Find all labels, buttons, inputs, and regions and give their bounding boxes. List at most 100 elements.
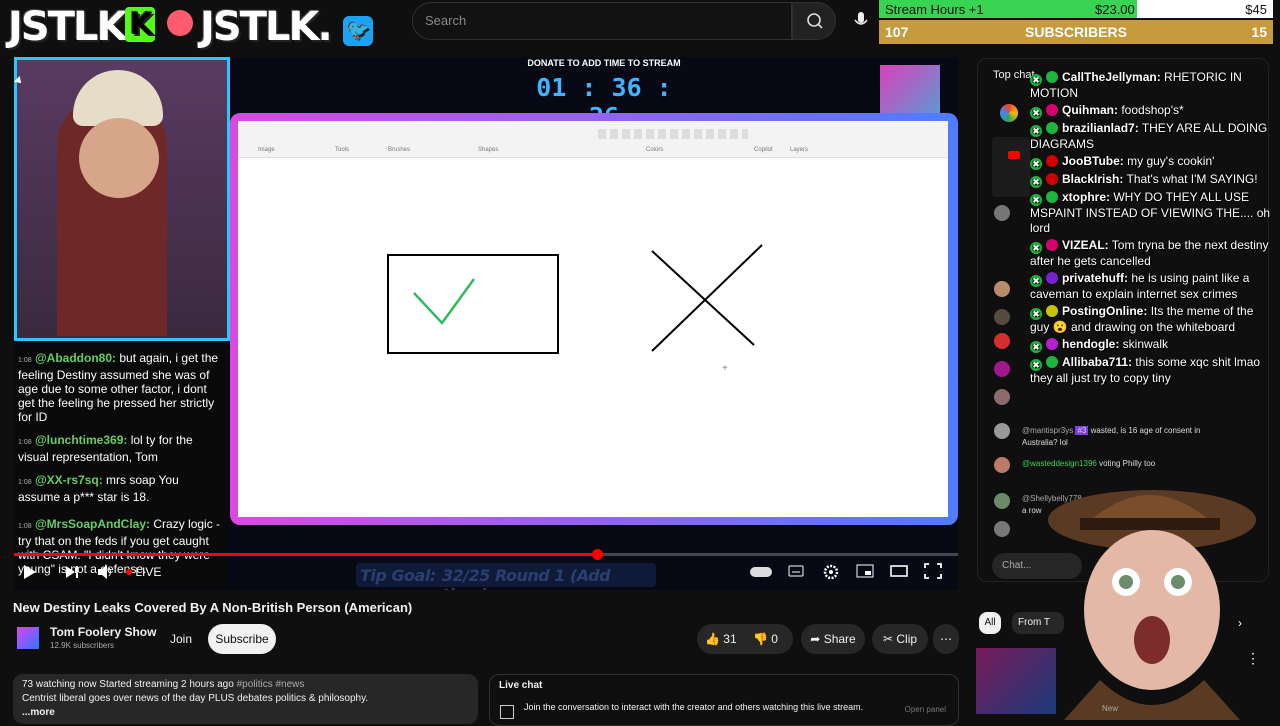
ribbon-label: Tools [335,147,350,153]
more-vert-icon[interactable]: ⋮ [1246,650,1260,667]
open-panel-button[interactable]: Open panel [905,705,946,714]
ribbon-label: Brushes [388,147,411,153]
description-box[interactable]: 73 watching now Started streaming 2 hour… [13,674,478,724]
stream-hours-current: $23.00 [1095,2,1135,17]
donate-label: DONATE TO ADD TIME TO STREAM [527,58,681,68]
top-chat-dropdown[interactable]: Top chat [993,69,1035,81]
desc-meta: 73 watching now Started streaming 2 hour… [22,679,234,690]
theater-icon [890,565,908,577]
avatar [994,457,1010,473]
scissors-icon: ✂ [882,632,894,646]
autoplay-toggle[interactable] [750,567,772,577]
channel-name[interactable]: Tom Foolery Show [50,625,156,639]
desc-tags[interactable]: #politics #news [237,679,305,690]
subs-count: 107 [885,24,909,40]
embedded-chat-message: 1:08 @lunchtime369: lol ty for the visua… [18,433,224,464]
overlay-msg: ✖ VIZEAL: Tom tryna be the next destiny a… [1030,238,1269,268]
overlay-msg: ✖ xtophre: WHY DO THEY ALL USE MSPAINT IN… [1030,190,1271,235]
search-input[interactable]: Search [412,2,792,40]
stream-hours-goal: $45 [1245,2,1267,17]
thumbnail[interactable] [976,648,1056,714]
stream-chat-overlay: ✖ CallTheJellyman: RHETORIC IN MOTION ✖ Qu… [1030,70,1276,388]
share-icon: ➦ [810,632,821,646]
volume-button[interactable] [96,563,114,581]
video-player[interactable]: 1:08 @Abaddon80: but again, i get the fe… [14,57,958,590]
avatar [994,521,1010,537]
logo-jstlk-twitter: JSTLK. 🐦 [200,4,373,50]
x-stroke-1 [651,250,755,346]
overlay-text: That's what I'M SAYING! [1126,172,1258,186]
member-badge: #3 [1075,426,1089,435]
new-label: New [1102,704,1119,713]
logo-text: JSTLK. [200,4,333,50]
settings-button[interactable] [822,563,840,584]
overlay-user: PostingOnline: [1062,304,1148,318]
play-button[interactable] [20,563,38,581]
miniplayer-button[interactable] [856,563,874,582]
more-actions-button[interactable]: ⋯ [933,624,959,654]
overlay-user: Allibaba711: [1062,355,1133,369]
overlay-text: skinwalk [1122,337,1169,351]
paint-ribbon: Image Tools Brushes Shapes Colors Copilo… [238,121,948,158]
overlay-msg: ✖ PostingOnline: Its the meme of the guy … [1030,304,1254,334]
pinned-block [992,137,1030,197]
color-palette [598,129,748,139]
clip-button[interactable]: ✂ Clip [872,624,928,654]
chat-text: voting Philly too [1099,459,1156,468]
fullscreen-icon [924,563,942,579]
live-chat-title: Live chat [499,680,543,691]
chat-user: @wasteddesign1396 [1022,459,1097,468]
scrubber-handle[interactable] [592,549,603,560]
dislike-button[interactable]: 👎 0 [753,624,778,654]
x-stroke-2 [651,244,763,352]
chat-message: @mantispr3ys #3 wasted, is 16 age of con… [1022,425,1212,449]
search-button[interactable] [792,2,836,40]
subtitles-icon [788,565,804,577]
overlay-user: CallTheJellyman: [1062,70,1161,84]
pinned-avatar [1000,104,1018,122]
chat-text: a row [1022,506,1042,515]
overlay-msg: ✖ JooBTube: my guy's cookin' [1030,154,1276,170]
subtitles-button[interactable] [788,563,804,582]
tab-all[interactable]: All [979,612,1001,634]
avatar [994,205,1010,221]
subscribers-bar: 107 SUBSCRIBERS 15 [879,20,1273,44]
like-button[interactable]: 👍 31 [705,624,737,654]
overlay-text: my guy's cookin' [1127,154,1215,168]
chevron-right-icon[interactable]: › [1238,616,1242,630]
volume-icon [98,565,111,579]
channel-avatar[interactable] [17,627,39,649]
share-button[interactable]: ➦ Share [801,624,865,654]
overlay-user: BlackIrish: [1062,172,1124,186]
tip-goal-label: Tip Goal: [360,566,436,585]
msg-time: 1:08 [18,439,32,446]
desc-more-link[interactable]: ...more [22,707,55,718]
next-button[interactable] [64,563,80,581]
fullscreen-button[interactable] [924,563,942,582]
cartoon-detective-overlay [1040,470,1260,720]
subscriber-count: 12.9K subscribers [50,641,115,650]
like-dislike-group: 👍 31 👎 0 [697,624,793,654]
theater-button[interactable] [890,563,908,582]
tab-from[interactable]: From T [1012,612,1064,634]
msg-user: @XX-rs7sq: [34,473,103,487]
overlay-msg: ✖ privatehuff: he is using paint like a c… [1030,271,1250,301]
live-dot [126,569,132,575]
detective-illustration [1048,490,1256,720]
live-indicator[interactable]: LIVE [126,565,161,579]
subscribe-button[interactable]: Subscribe [208,624,276,654]
like-count: 31 [723,632,737,646]
avatar [994,389,1010,405]
ribbon-label: Image [258,147,275,153]
search-icon [807,13,823,29]
overlay-user: JooBTube: [1062,154,1124,168]
green-check [413,278,475,325]
chat-message: @wasteddesign1396 voting Philly too [1022,459,1252,468]
dislike-count: 0 [771,632,778,646]
mic-button[interactable] [852,10,870,30]
live-chat-teaser: Live chat Join the conversation to inter… [489,674,959,726]
progress-bar[interactable] [14,549,958,560]
overlay-user: VIZEAL: [1062,238,1109,252]
join-button[interactable]: Join [162,624,200,654]
paint-window: Image Tools Brushes Shapes Colors Copilo… [238,121,948,517]
